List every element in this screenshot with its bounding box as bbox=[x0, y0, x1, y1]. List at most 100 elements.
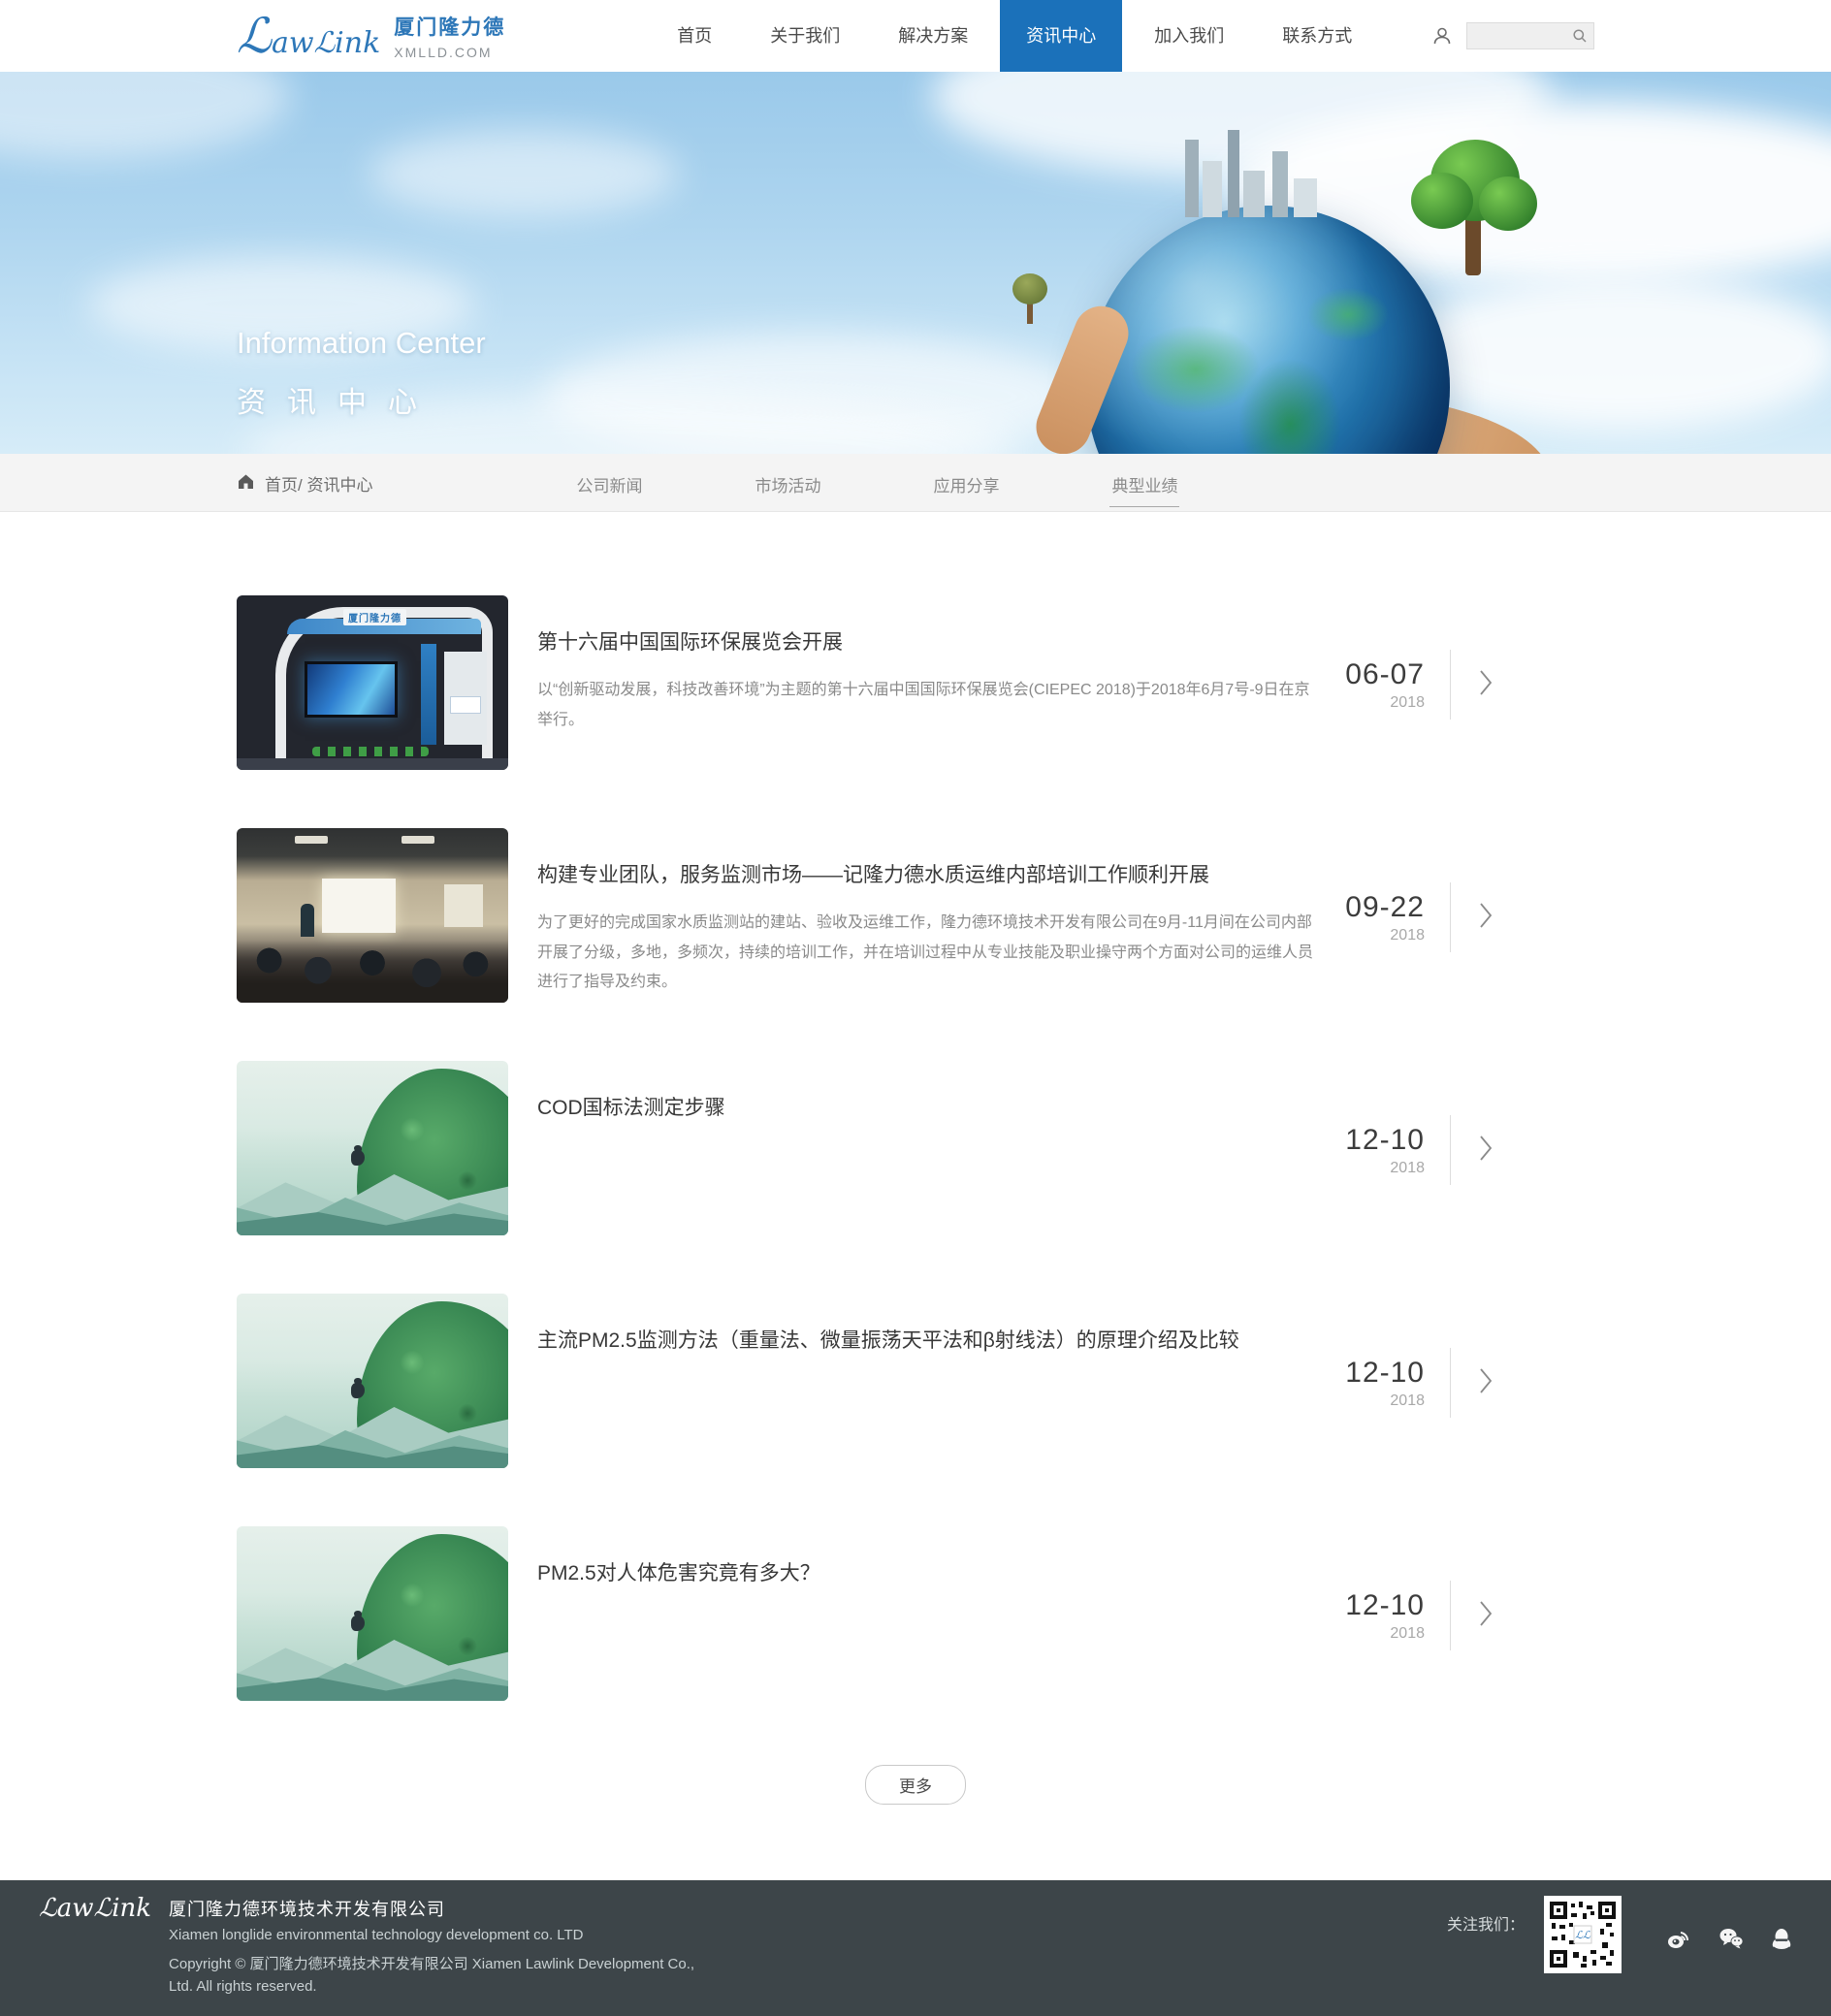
tab-company-news[interactable]: 公司新闻 bbox=[574, 459, 644, 507]
news-thumbnail-green-head[interactable] bbox=[237, 1526, 508, 1701]
news-item[interactable]: 主流PM2.5监测方法（重量法、微量振荡天平法和β射线法）的原理介绍及比较 12… bbox=[237, 1294, 1594, 1468]
news-body: COD国标法测定步骤 bbox=[508, 1061, 1345, 1122]
more-section: 更多 bbox=[237, 1765, 1594, 1805]
qq-icon[interactable] bbox=[1771, 1927, 1792, 1950]
news-meta: 12-10 2018 bbox=[1345, 1348, 1494, 1418]
news-body: 构建专业团队，服务监测市场——记隆力德水质运维内部培训工作顺利开展 为了更好的完… bbox=[508, 828, 1345, 998]
footer-company-name-en: Xiamen longlide environmental technology… bbox=[169, 1927, 712, 1943]
news-date-monthday: 12-10 bbox=[1345, 1589, 1425, 1622]
tab-market-activities[interactable]: 市场活动 bbox=[753, 459, 822, 507]
cloud-shape bbox=[1397, 275, 1831, 431]
hero-banner: Information Center 资讯中心 bbox=[0, 72, 1831, 454]
chevron-right-icon[interactable] bbox=[1478, 1366, 1494, 1400]
search-input[interactable] bbox=[1467, 24, 1572, 48]
logo-domain: XMLLD.COM bbox=[394, 45, 505, 60]
nav-item-home[interactable]: 首页 bbox=[651, 0, 738, 72]
news-thumbnail-green-head[interactable] bbox=[237, 1294, 508, 1468]
tab-application-sharing[interactable]: 应用分享 bbox=[931, 459, 1001, 507]
news-description: 以“创新驱动发展，科技改善环境”为主题的第十六届中国国际环保展览会(CIEPEC… bbox=[537, 676, 1316, 735]
social-icons bbox=[1666, 1927, 1792, 1950]
breadcrumb-path: 首页/ 资讯中心 bbox=[265, 471, 372, 496]
news-title[interactable]: 构建专业团队，服务监测市场——记隆力德水质运维内部培训工作顺利开展 bbox=[537, 861, 1316, 889]
home-icon bbox=[237, 472, 255, 495]
news-date-year: 2018 bbox=[1390, 694, 1425, 712]
top-nav: ℒawℒink 厦门隆力德 XMLLD.COM 首页 关于我们 解决方案 资讯中… bbox=[0, 0, 1831, 72]
news-body: 第十六届中国国际环保展览会开展 以“创新驱动发展，科技改善环境”为主题的第十六届… bbox=[508, 595, 1345, 735]
news-date: 12-10 2018 bbox=[1345, 1124, 1425, 1177]
footer-logo-script: ℒawℒink bbox=[39, 1894, 151, 1923]
svg-text:ℒℒ: ℒℒ bbox=[1575, 1929, 1591, 1941]
news-meta: 06-07 2018 bbox=[1345, 650, 1494, 720]
news-item[interactable]: 构建专业团队，服务监测市场——记隆力德水质运维内部培训工作顺利开展 为了更好的完… bbox=[237, 828, 1594, 1003]
chevron-right-icon[interactable] bbox=[1478, 901, 1494, 935]
nav-item-solutions[interactable]: 解决方案 bbox=[872, 0, 994, 72]
news-date-monthday: 09-22 bbox=[1345, 891, 1425, 924]
nav-item-information-center[interactable]: 资讯中心 bbox=[1000, 0, 1122, 72]
footer-copyright: Copyright © 厦门隆力德环境技术开发有限公司 Xiamen Lawli… bbox=[169, 1953, 712, 1999]
follow-us-label: 关注我们： bbox=[1447, 1911, 1525, 1935]
nav-item-join-us[interactable]: 加入我们 bbox=[1128, 0, 1250, 72]
chevron-right-icon[interactable] bbox=[1478, 1134, 1494, 1168]
news-title[interactable]: COD国标法测定步骤 bbox=[537, 1094, 1316, 1122]
news-date-monthday: 12-10 bbox=[1345, 1357, 1425, 1390]
footer-company-info: 厦门隆力德环境技术开发有限公司 Xiamen longlide environm… bbox=[169, 1896, 712, 1999]
news-date-year: 2018 bbox=[1390, 927, 1425, 944]
breadcrumb[interactable]: 首页/ 资讯中心 bbox=[237, 471, 372, 496]
nav-item-about[interactable]: 关于我们 bbox=[744, 0, 866, 72]
news-thumbnail-green-head[interactable] bbox=[237, 1061, 508, 1235]
nav-right-tools bbox=[1431, 22, 1594, 49]
news-date-monthday: 12-10 bbox=[1345, 1124, 1425, 1157]
hero-title-chinese: 资讯中心 bbox=[237, 378, 486, 421]
search-box bbox=[1466, 22, 1594, 49]
news-title[interactable]: PM2.5对人体危害究竟有多大？ bbox=[537, 1559, 1316, 1587]
breadcrumb-bar: 首页/ 资讯中心 公司新闻 市场活动 应用分享 典型业绩 bbox=[0, 454, 1831, 512]
wechat-qr-code: ℒℒ bbox=[1544, 1896, 1622, 1973]
logo-company-name: 厦门隆力德 bbox=[394, 12, 505, 41]
nav-item-contact[interactable]: 联系方式 bbox=[1256, 0, 1378, 72]
news-meta: 12-10 2018 bbox=[1345, 1581, 1494, 1650]
news-item[interactable]: 厦门隆力德 第十六届中国国际环保展览会开展 以“创新驱动发展，科技改善环境”为主… bbox=[237, 595, 1594, 770]
news-meta: 12-10 2018 bbox=[1345, 1115, 1494, 1185]
lawlink-logo[interactable]: ℒawℒink 厦门隆力德 XMLLD.COM bbox=[237, 12, 505, 60]
search-icon[interactable] bbox=[1572, 28, 1593, 44]
news-meta: 09-22 2018 bbox=[1345, 882, 1494, 952]
news-item[interactable]: PM2.5对人体危害究竟有多大？ 12-10 2018 bbox=[237, 1526, 1594, 1701]
divider bbox=[1450, 1348, 1451, 1418]
city-skyline-illustration bbox=[1185, 128, 1331, 217]
news-thumbnail-expo-booth[interactable]: 厦门隆力德 bbox=[237, 595, 508, 770]
news-list: 厦门隆力德 第十六届中国国际环保展览会开展 以“创新驱动发展，科技改善环境”为主… bbox=[237, 512, 1594, 1805]
divider bbox=[1450, 1581, 1451, 1650]
news-item[interactable]: COD国标法测定步骤 12-10 2018 bbox=[237, 1061, 1594, 1235]
hero-text-block: Information Center 资讯中心 bbox=[237, 326, 486, 421]
news-description: 为了更好的完成国家水质监测站的建站、验收及运维工作，隆力德环境技术开发有限公司在… bbox=[537, 909, 1316, 997]
news-date: 09-22 2018 bbox=[1345, 891, 1425, 944]
news-body: PM2.5对人体危害究竟有多大？ bbox=[508, 1526, 1345, 1587]
news-date-year: 2018 bbox=[1390, 1392, 1425, 1410]
user-icon[interactable] bbox=[1431, 25, 1453, 47]
news-title[interactable]: 第十六届中国国际环保展览会开展 bbox=[537, 628, 1316, 656]
news-date: 06-07 2018 bbox=[1345, 658, 1425, 712]
chevron-right-icon[interactable] bbox=[1478, 1599, 1494, 1633]
load-more-button[interactable]: 更多 bbox=[865, 1765, 966, 1805]
news-title[interactable]: 主流PM2.5监测方法（重量法、微量振荡天平法和β射线法）的原理介绍及比较 bbox=[537, 1327, 1316, 1355]
footer-lawlink-logo: ℒawℒink bbox=[39, 1896, 151, 1921]
tab-typical-performance[interactable]: 典型业绩 bbox=[1109, 459, 1179, 507]
weibo-icon[interactable] bbox=[1666, 1927, 1691, 1950]
footer: ℒawℒink 厦门隆力德环境技术开发有限公司 Xiamen longlide … bbox=[0, 1880, 1831, 2016]
divider bbox=[1450, 1115, 1451, 1185]
cloud-shape bbox=[369, 130, 679, 217]
logo-text-block: 厦门隆力德 XMLLD.COM bbox=[394, 12, 505, 60]
tree-illustration bbox=[1411, 130, 1537, 275]
wechat-icon[interactable] bbox=[1719, 1927, 1744, 1950]
main-menu: 首页 关于我们 解决方案 资讯中心 加入我们 联系方式 bbox=[651, 0, 1378, 72]
news-body: 主流PM2.5监测方法（重量法、微量振荡天平法和β射线法）的原理介绍及比较 bbox=[508, 1294, 1345, 1355]
chevron-right-icon[interactable] bbox=[1478, 668, 1494, 702]
lawlink-logo-script: ℒawℒink bbox=[237, 12, 380, 60]
footer-company-name-zh: 厦门隆力德环境技术开发有限公司 bbox=[169, 1896, 712, 1921]
category-tabs: 公司新闻 市场活动 应用分享 典型业绩 bbox=[574, 459, 1179, 507]
news-date: 12-10 2018 bbox=[1345, 1357, 1425, 1410]
news-thumbnail-training-room[interactable] bbox=[237, 828, 508, 1003]
divider bbox=[1450, 882, 1451, 952]
hero-title-english: Information Center bbox=[237, 326, 486, 361]
news-date: 12-10 2018 bbox=[1345, 1589, 1425, 1643]
